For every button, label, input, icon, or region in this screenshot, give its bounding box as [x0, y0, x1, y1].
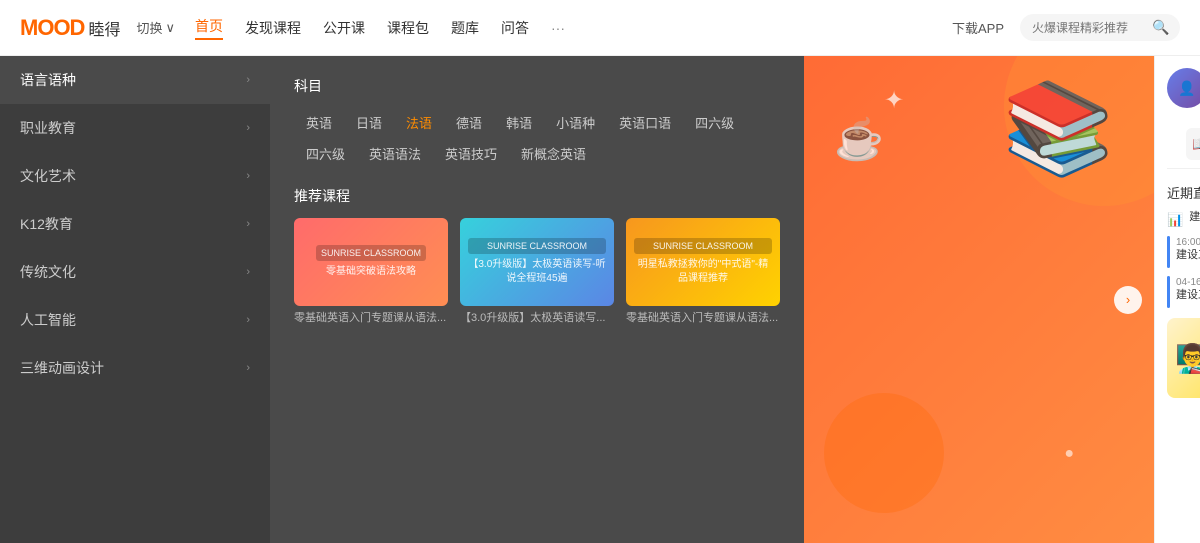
course-card-1[interactable]: SUNRISE CLASSROOM 【3.0升级版】太极英语读写-听说全程班45… [460, 218, 614, 326]
course-thumb-2: SUNRISE CLASSROOM 明星私教拯救你的"中式语"-精品课程推荐 [626, 218, 780, 306]
subject-tag-korean[interactable]: 韩语 [494, 110, 544, 135]
live-item-0[interactable]: 📊 建设工程项目的组织与... [1167, 210, 1200, 228]
user-section: 👤 183****2345 积分：567 退出 [1167, 68, 1200, 108]
nav-item-more[interactable]: ··· [551, 20, 565, 36]
subject-tag-46-2[interactable]: 四六级 [294, 141, 357, 166]
subject-tag-english[interactable]: 英语 [294, 110, 344, 135]
course-card-0[interactable]: SUNRISE CLASSROOM 零基础突破语法攻略 零基础英语入门专题课从语… [294, 218, 448, 326]
dot-deco: ● [1064, 445, 1074, 463]
sidebar-item-culture-art[interactable]: 文化艺术 › [0, 152, 270, 200]
action-notes-icon[interactable]: 📖 [1186, 128, 1200, 160]
live-header: 近期直播课 📅 [1167, 183, 1200, 202]
course-thumb-0: SUNRISE CLASSROOM 零基础突破语法攻略 [294, 218, 448, 306]
ad-content: 👨‍🏫 暑期初中教学开课啦 教学内容为你量身上 点击查看 👩‍🎓 [1167, 318, 1200, 398]
header: MOOD 睦得 切换 ∨ 首页 发现课程 公开课 课程包 题库 问答 ··· 下… [0, 0, 1200, 56]
live-time-2: 04-16 [1176, 277, 1200, 288]
nav-item-open[interactable]: 公开课 [323, 18, 365, 38]
live-text-1: 16:00 建设工程项目的组织与... [1176, 236, 1200, 263]
live-item-2[interactable]: 04-16 建设工程项目的组织与... [1167, 276, 1200, 308]
logo: MOOD 睦得 [20, 15, 120, 41]
nav-item-package[interactable]: 课程包 [387, 18, 429, 38]
sidebar-item-traditional[interactable]: 传统文化 › [0, 248, 270, 296]
ad-person-icon: 👨‍🏫 [1175, 342, 1200, 375]
avatar: 👤 [1167, 68, 1200, 108]
thumb-label-0: SUNRISE CLASSROOM [316, 245, 426, 262]
sidebar-item-3d[interactable]: 三维动画设计 › [0, 344, 270, 392]
subject-tag-skills[interactable]: 英语技巧 [433, 141, 509, 166]
sidebar-item-language[interactable]: 语言语种 › [0, 56, 270, 104]
thumb-label-2: SUNRISE CLASSROOM [634, 238, 772, 255]
course-name-1: 【3.0升级版】太极英语读写... [460, 311, 614, 326]
course-name-0: 零基础英语入门专题课从语法... [294, 311, 448, 326]
nav-item-qa[interactable]: 问答 [501, 18, 529, 38]
subject-tag-46-1[interactable]: 四六级 [683, 110, 746, 135]
recommended-section: 推荐课程 SUNRISE CLASSROOM 零基础突破语法攻略 零基础英语入门… [270, 176, 804, 336]
live-bar-1 [1167, 236, 1170, 268]
thumb-label-1: SUNRISE CLASSROOM [468, 238, 606, 255]
recommended-title: 推荐课程 [294, 186, 780, 206]
search-input[interactable] [1032, 21, 1152, 35]
chevron-right-icon: › [246, 74, 250, 86]
nav-items: 首页 发现课程 公开课 课程包 题库 问答 ··· [195, 16, 952, 40]
subjects-title: 科目 [294, 76, 780, 96]
subject-tag-japanese[interactable]: 日语 [344, 110, 394, 135]
search-icon: 🔍 [1152, 19, 1169, 36]
download-app-btn[interactable]: 下载APP [952, 18, 1004, 37]
live-bar-2 [1167, 276, 1170, 308]
subjects-section: 科目 英语 日语 法语 德语 韩语 小语种 英语口语 四六级 四六级 英语语法 … [270, 56, 804, 176]
subject-tag-minor-lang[interactable]: 小语种 [544, 110, 607, 135]
course-cards: SUNRISE CLASSROOM 零基础突破语法攻略 零基础英语入门专题课从语… [294, 218, 780, 326]
subject-tag-spoken[interactable]: 英语口语 [607, 110, 683, 135]
course-thumb-1: SUNRISE CLASSROOM 【3.0升级版】太极英语读写-听说全程班45… [460, 218, 614, 306]
live-item-1[interactable]: 16:00 建设工程项目的组织与... [1167, 236, 1200, 268]
live-time-1: 16:00 [1176, 237, 1200, 248]
subject-tag-new-concept[interactable]: 新概念英语 [509, 141, 598, 166]
subject-tag-grammar[interactable]: 英语语法 [357, 141, 433, 166]
book-deco: 📚 [1002, 76, 1114, 181]
thumb-title-2: 明星私教拯救你的"中式语"-精品课程推荐 [634, 258, 772, 286]
user-actions: 📖 ⭐ 💬 [1167, 120, 1200, 169]
subject-tag-french[interactable]: 法语 [394, 110, 444, 135]
chevron-right-icon: › [246, 170, 250, 182]
chevron-right-icon: › [246, 218, 250, 230]
hero-banner: 📚 ☕ ✦ ● › [804, 56, 1154, 543]
nav-item-home[interactable]: 首页 [195, 16, 223, 40]
sidebar-item-vocational[interactable]: 职业教育 › [0, 104, 270, 152]
search-box[interactable]: 🔍 [1020, 14, 1180, 41]
live-section: 近期直播课 📅 📊 建设工程项目的组织与... 16:00 建设工程项目的组织与… [1167, 183, 1200, 308]
chevron-right-icon: › [246, 266, 250, 278]
subject-tag-german[interactable]: 德语 [444, 110, 494, 135]
nav-switch[interactable]: 切换 ∨ [136, 18, 175, 37]
nav-item-quiz[interactable]: 题库 [451, 18, 479, 38]
thumb-title-0: 零基础突破语法攻略 [316, 265, 426, 279]
live-name-1: 建设工程项目的组织与... [1176, 248, 1200, 263]
sidebar-item-k12[interactable]: K12教育 › [0, 200, 270, 248]
live-title: 近期直播课 [1167, 183, 1200, 202]
dropdown-panel: 科目 英语 日语 法语 德语 韩语 小语种 英语口语 四六级 四六级 英语语法 … [270, 56, 804, 543]
chevron-right-icon: › [246, 122, 250, 134]
deco-circle-2 [824, 393, 944, 513]
chevron-right-icon: › [246, 314, 250, 326]
course-name-2: 零基础英语入门专题课从语法... [626, 311, 780, 326]
logo-cn: 睦得 [88, 16, 120, 40]
subjects-grid: 英语 日语 法语 德语 韩语 小语种 英语口语 四六级 四六级 英语语法 英语技… [294, 110, 780, 166]
star-deco: ✦ [884, 86, 904, 115]
live-text-2: 04-16 建设工程项目的组织与... [1176, 276, 1200, 303]
course-card-2[interactable]: SUNRISE CLASSROOM 明星私教拯救你的"中式语"-精品课程推荐 零… [626, 218, 780, 326]
live-text-0: 建设工程项目的组织与... [1189, 210, 1200, 225]
live-bar-chart-icon: 📊 [1167, 212, 1183, 228]
chevron-right-icon: › [246, 362, 250, 374]
live-name-2: 建设工程项目的组织与... [1176, 288, 1200, 303]
logo-brand: MOOD [20, 15, 84, 41]
sidebar-item-ai[interactable]: 人工智能 › [0, 296, 270, 344]
main-content: 语言语种 › 职业教育 › 文化艺术 › K12教育 › 传统文化 › 人工智能… [0, 56, 1200, 543]
ad-banner[interactable]: 👨‍🏫 暑期初中教学开课啦 教学内容为你量身上 点击查看 👩‍🎓 [1167, 318, 1200, 398]
hero-next-arrow[interactable]: › [1114, 286, 1142, 314]
mug-deco: ☕ [834, 116, 884, 163]
nav-item-discover[interactable]: 发现课程 [245, 18, 301, 38]
live-name-0: 建设工程项目的组织与... [1189, 210, 1200, 225]
left-sidebar: 语言语种 › 职业教育 › 文化艺术 › K12教育 › 传统文化 › 人工智能… [0, 56, 270, 543]
right-panel: 👤 183****2345 积分：567 退出 📖 ⭐ 💬 近期直播课 📅 📊 … [1154, 56, 1200, 543]
thumb-title-1: 【3.0升级版】太极英语读写-听说全程班45遍 [468, 258, 606, 286]
